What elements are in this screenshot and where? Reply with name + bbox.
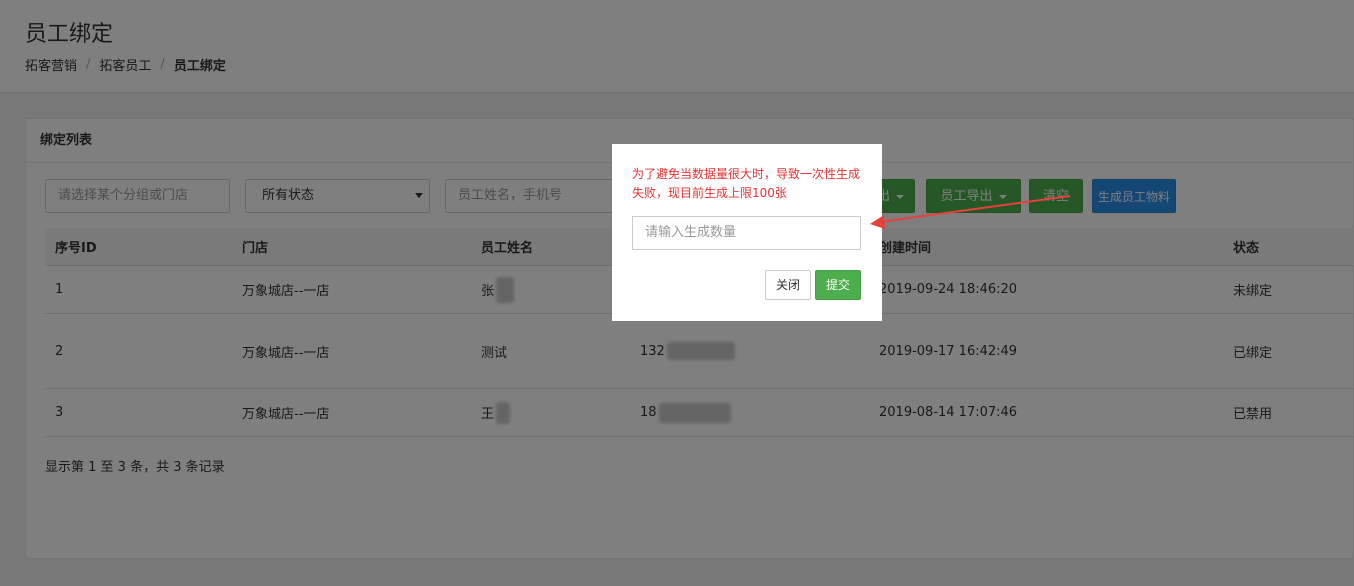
- annotation-arrow-line: [879, 195, 1071, 223]
- annotation-arrow-head: [870, 215, 885, 229]
- annotation-arrow: [870, 195, 1071, 229]
